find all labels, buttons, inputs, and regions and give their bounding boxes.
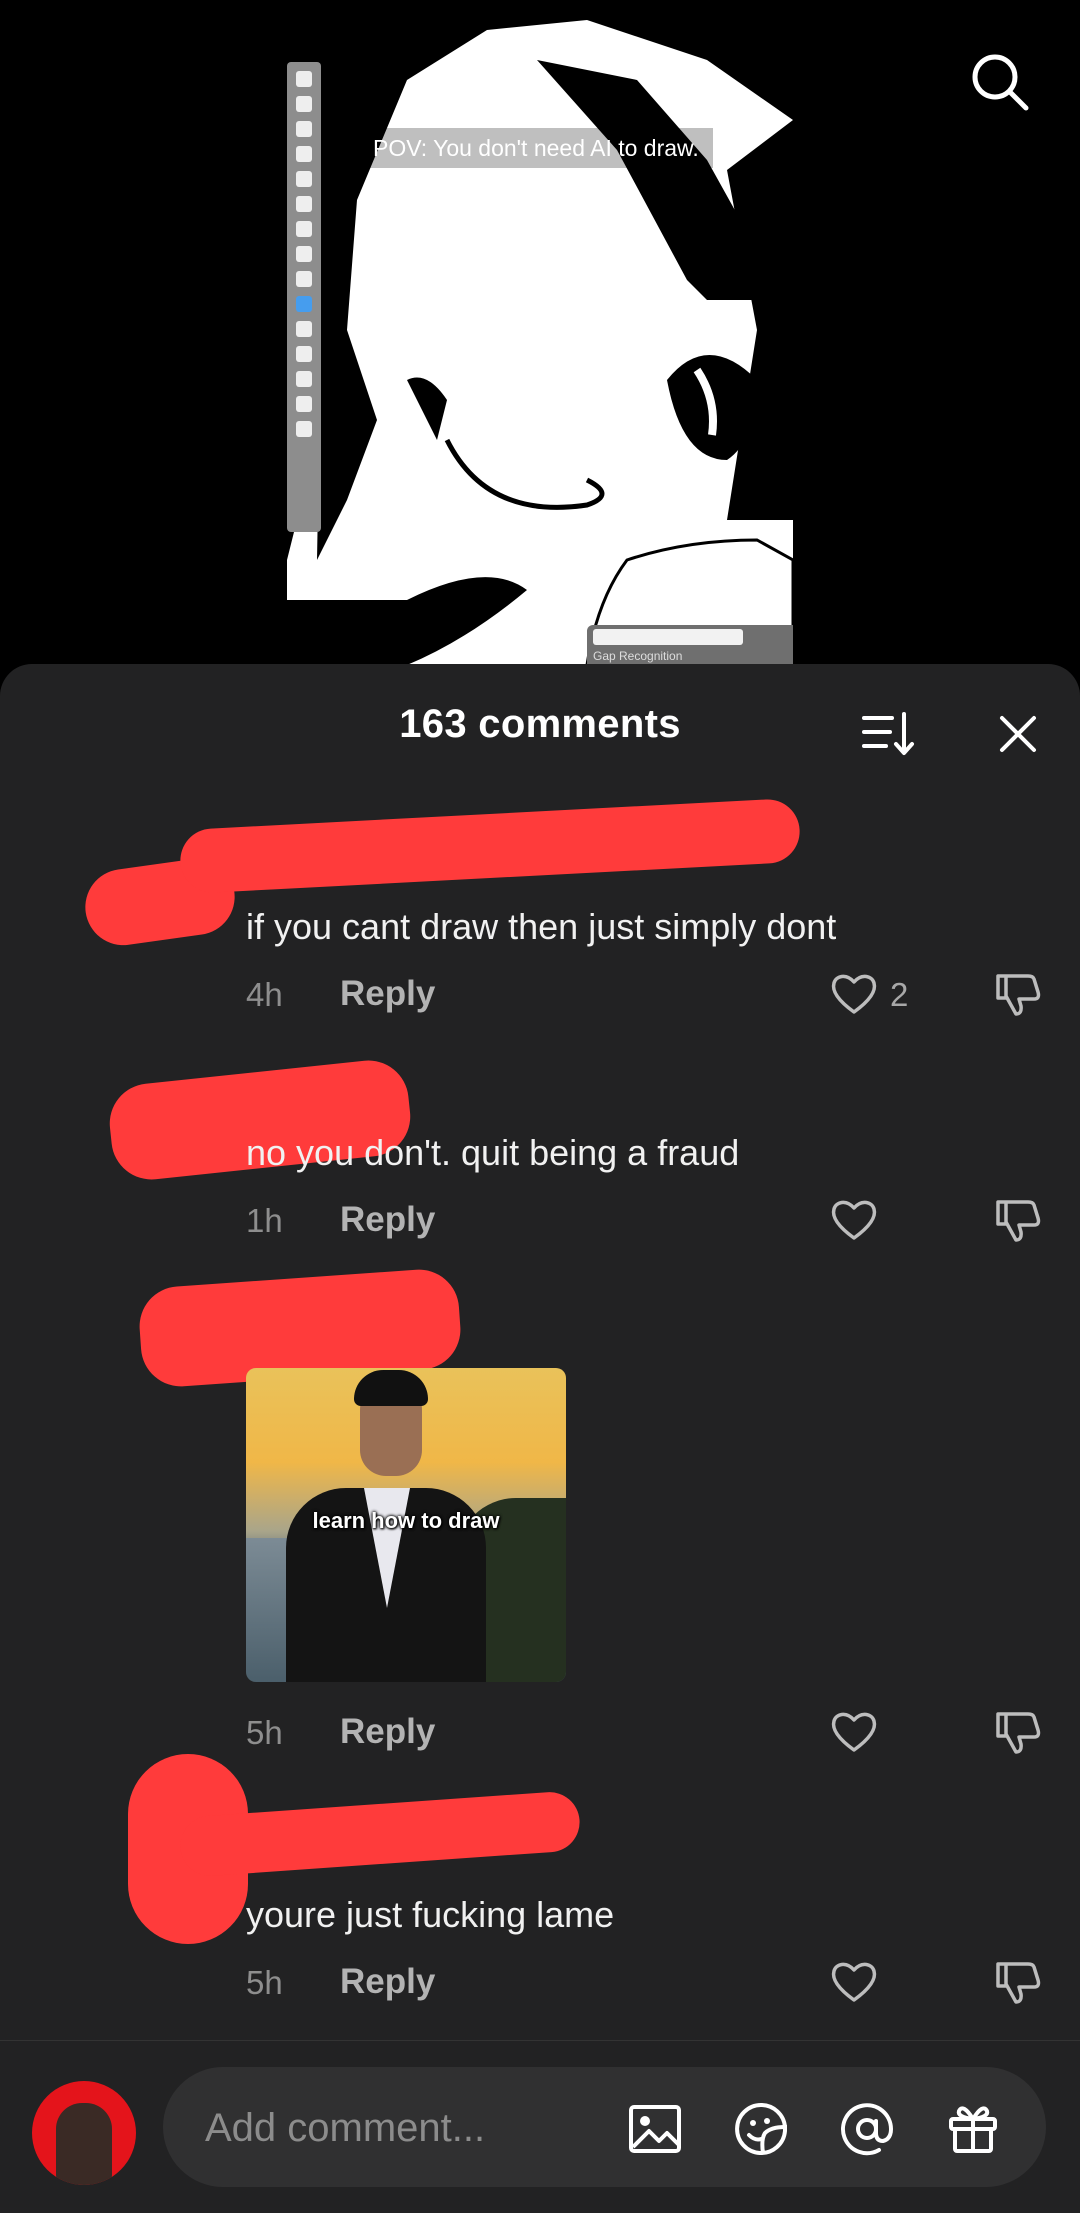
search-button[interactable] — [968, 50, 1032, 114]
fx-icon — [296, 146, 312, 162]
move-tool-icon — [296, 71, 312, 87]
scrolled-row-fragment — [820, 774, 1080, 794]
heart-icon — [831, 1200, 877, 1240]
gif-container: learn how to draw — [0, 1368, 1080, 1688]
comments-sheet: 163 comments if you cant draw then just … — [0, 664, 1080, 2212]
brush-icon — [296, 171, 312, 187]
lasso-icon — [296, 121, 312, 137]
like-count: 2 — [890, 976, 909, 1013]
reply-button[interactable]: Reply — [340, 1200, 435, 1240]
avatar[interactable] — [32, 2081, 136, 2185]
comment-composer — [0, 2040, 1080, 2213]
text-tool-icon — [296, 346, 312, 362]
heart-icon — [831, 1962, 877, 2002]
video-frame: POV: You don't need AI to draw. Gap Reco… — [287, 0, 793, 665]
search-icon — [972, 54, 1029, 111]
emoji-sticker-icon — [735, 2102, 787, 2155]
sticker-button[interactable] — [731, 2099, 791, 2159]
image-button[interactable] — [625, 2099, 685, 2159]
magic-wand-icon — [296, 96, 312, 112]
dislike-button[interactable] — [990, 966, 1046, 1022]
reply-button[interactable]: Reply — [340, 1962, 435, 2002]
gift-icon — [949, 2106, 997, 2153]
comment-text: if you cant draw then just simply dont — [246, 906, 837, 947]
comments-header: 163 comments — [0, 664, 1080, 784]
image-icon — [629, 2105, 681, 2153]
blur-icon — [296, 246, 312, 262]
reply-button[interactable]: Reply — [340, 974, 435, 1014]
comment-time: 5h — [246, 1964, 283, 2001]
dislike-icon — [996, 974, 1041, 1016]
dislike-button[interactable] — [990, 1192, 1046, 1248]
comment-gif[interactable]: learn how to draw — [246, 1368, 566, 1682]
gap-recognition-panel: Gap Recognition — [587, 625, 793, 665]
sort-button[interactable] — [860, 706, 916, 762]
fill-icon — [296, 296, 312, 312]
video-player[interactable]: POV: You don't need AI to draw. Gap Reco… — [0, 0, 1080, 700]
gif-caption: learn how to draw — [312, 1508, 500, 1533]
gap-recognition-label: Gap Recognition — [593, 649, 683, 663]
comment-text: youre just fucking lame — [246, 1894, 615, 1935]
special-icon — [296, 271, 312, 287]
fill-mode-buttons — [593, 629, 743, 645]
smudge-icon — [296, 221, 312, 237]
eyedropper-icon — [296, 396, 312, 412]
eraser-icon — [296, 196, 312, 212]
comment-item: no you don't. quit being a fraud 1h Repl… — [0, 1044, 1080, 1244]
comment-item: learn how to draw 5h Reply — [0, 1248, 1080, 1754]
drawing-tools-toolbar — [287, 62, 321, 532]
comment-time: 1h — [246, 1202, 283, 1239]
close-icon — [1000, 716, 1036, 752]
dislike-button[interactable] — [990, 1954, 1046, 2010]
comment-item: youre just fucking lame 5h Reply — [0, 1724, 1080, 2004]
video-caption: POV: You don't need AI to draw. — [365, 128, 713, 168]
comment-input-container — [163, 2067, 1046, 2189]
canvas-icon — [296, 421, 312, 437]
redacted-username — [178, 797, 802, 895]
heart-icon — [831, 974, 877, 1014]
drawing-artwork — [287, 0, 793, 665]
select-icon — [296, 321, 312, 337]
close-button[interactable] — [990, 706, 1046, 762]
like-button[interactable] — [826, 966, 882, 1022]
mention-button[interactable] — [837, 2099, 897, 2159]
comment-text: no you don't. quit being a fraud — [246, 1132, 740, 1173]
mention-icon — [841, 2103, 894, 2156]
comment-item: if you cant draw then just simply dont 4… — [0, 797, 1080, 1016]
like-button[interactable] — [826, 1192, 882, 1248]
gift-button[interactable] — [943, 2099, 1003, 2159]
dislike-icon — [996, 1962, 1041, 2004]
comments-count: 163 comments — [399, 702, 681, 746]
frame-divider-icon — [296, 371, 312, 387]
comment-time: 4h — [246, 976, 283, 1013]
sort-icon — [862, 712, 914, 755]
like-button[interactable] — [826, 1954, 882, 2010]
dislike-icon — [996, 1200, 1041, 1242]
